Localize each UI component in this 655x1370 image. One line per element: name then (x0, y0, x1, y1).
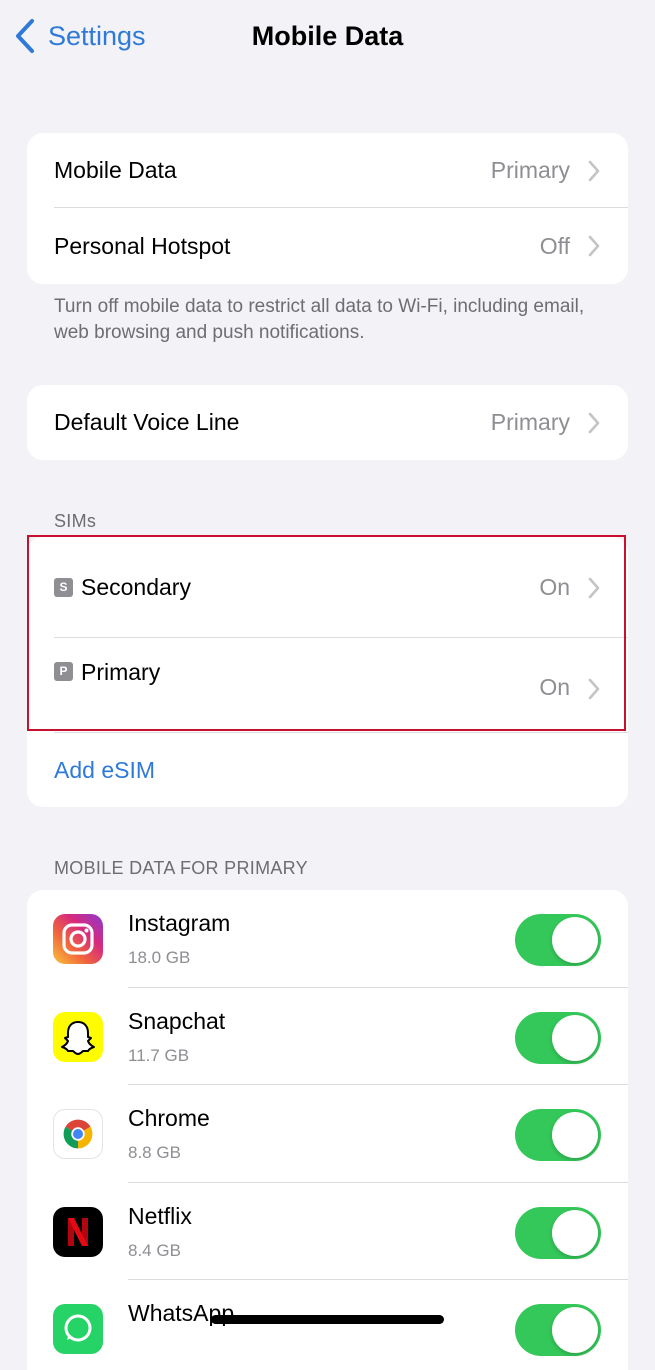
sims-header: SIMs (54, 511, 97, 531)
toggle-knob (552, 917, 598, 963)
mobile-data-group: Mobile Data Primary Personal Hotspot Off (27, 133, 628, 284)
sim-row-primary[interactable]: P Primary On (27, 638, 628, 733)
app-data-usage: 8.4 GB (128, 1240, 181, 1260)
app-name: Snapchat (128, 1007, 226, 1034)
mobile-data-footnote: Turn off mobile data to restrict all dat… (54, 296, 585, 343)
add-esim-link[interactable]: Add eSIM (54, 757, 155, 784)
home-indicator (211, 1315, 444, 1324)
sim-row-secondary[interactable]: S Secondary On (27, 537, 628, 638)
personal-hotspot-label: Personal Hotspot (54, 232, 231, 259)
app-name: Netflix (128, 1202, 192, 1229)
snapchat-icon (53, 1011, 103, 1062)
app-row-whatsapp: WhatsApp (27, 1280, 628, 1370)
navigation-bar: Settings Mobile Data (0, 0, 655, 80)
default-voice-line-label: Default Voice Line (54, 409, 240, 435)
app-row-instagram: Instagram 18.0 GB (27, 890, 628, 988)
whatsapp-icon (53, 1304, 103, 1354)
app-data-usage: 8.8 GB (128, 1143, 181, 1162)
app-name: Instagram (128, 910, 231, 936)
app-name: Chrome (128, 1105, 210, 1131)
instagram-icon (53, 914, 103, 964)
toggle-knob (552, 1307, 598, 1353)
app-data-usage: 18.0 GB (128, 948, 191, 967)
sims-group: S Secondary On P Primary On Add eSIM (27, 537, 628, 807)
app-data-usage: 11.7 GB (128, 1045, 190, 1065)
netflix-icon (53, 1206, 103, 1257)
apps-group: Instagram 18.0 GB Snapchat 11.7 GB Chrom… (27, 890, 628, 1370)
instagram-data-toggle[interactable] (515, 914, 601, 966)
app-row-chrome: Chrome 8.8 GB (27, 1085, 628, 1183)
sim-badge-primary: P (54, 662, 73, 681)
whatsapp-data-toggle[interactable] (515, 1304, 601, 1356)
default-voice-line-row[interactable]: Default Voice Line Primary (27, 385, 628, 460)
chrome-data-toggle[interactable] (515, 1109, 601, 1161)
mobile-data-value: Primary (490, 157, 570, 183)
chevron-right-icon (588, 678, 600, 700)
default-voice-line-value: Primary (490, 409, 570, 435)
toggle-knob (552, 1112, 598, 1158)
sim-primary-label: Primary (81, 659, 161, 685)
chevron-right-icon (588, 412, 600, 433)
chrome-icon (53, 1109, 103, 1159)
app-row-snapchat: Snapchat 11.7 GB (27, 988, 628, 1085)
sim-secondary-value: On (539, 574, 570, 600)
voice-line-group: Default Voice Line Primary (27, 385, 628, 460)
sim-primary-value: On (539, 674, 570, 700)
chevron-right-icon (588, 160, 600, 181)
personal-hotspot-row[interactable]: Personal Hotspot Off (27, 208, 628, 284)
sim-badge-secondary: S (54, 578, 73, 597)
chevron-right-icon (588, 235, 600, 257)
sim-secondary-label: Secondary (81, 574, 191, 600)
mobile-data-row[interactable]: Mobile Data Primary (27, 133, 628, 208)
add-esim-row[interactable]: Add eSIM (27, 733, 628, 807)
toggle-knob (552, 1014, 598, 1061)
app-row-netflix: Netflix 8.4 GB (27, 1183, 628, 1280)
chevron-right-icon (588, 577, 600, 598)
page-title: Mobile Data (251, 21, 404, 51)
personal-hotspot-value: Off (539, 232, 570, 259)
mobile-data-apps-header: MOBILE DATA FOR PRIMARY (54, 858, 308, 878)
mobile-data-label: Mobile Data (54, 157, 177, 183)
snapchat-data-toggle[interactable] (515, 1011, 601, 1064)
netflix-data-toggle[interactable] (515, 1206, 601, 1259)
toggle-knob (552, 1209, 598, 1256)
